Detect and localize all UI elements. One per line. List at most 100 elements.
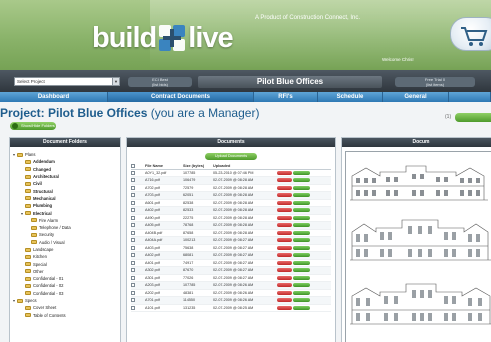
download-button[interactable] — [293, 185, 310, 190]
folder-item[interactable]: Civil — [13, 180, 117, 187]
delete-button[interactable] — [277, 178, 292, 183]
table-row[interactable]: A202.pdf 48381 02-07-2009 @ 08:26 AM — [131, 289, 331, 297]
buildlive-logo[interactable]: build live — [92, 18, 234, 58]
folder-item[interactable]: Mechanical — [13, 195, 117, 202]
download-button[interactable] — [293, 253, 310, 258]
file-name-cell[interactable]: A601.pdf — [145, 199, 183, 207]
delete-button[interactable] — [277, 185, 292, 190]
delete-button[interactable] — [277, 238, 292, 243]
delete-button[interactable] — [277, 223, 292, 228]
folder-item[interactable]: ▾ Specs — [13, 297, 117, 304]
file-name-cell[interactable]: A301.pdf — [145, 274, 183, 282]
folder-item[interactable]: Security — [13, 231, 117, 238]
folder-item[interactable]: ▾ Electrical — [13, 209, 117, 216]
file-name-cell[interactable]: A403.pdf — [145, 244, 183, 252]
delete-button[interactable] — [277, 215, 292, 220]
row-checkbox[interactable] — [131, 268, 135, 273]
folder-item[interactable]: Changed — [13, 166, 117, 173]
row-checkbox[interactable] — [131, 298, 135, 303]
table-row[interactable]: A702.pdf 72579 02-07-2009 @ 08:28 AM — [131, 184, 331, 192]
tab-rfis[interactable]: RFI's — [254, 92, 318, 102]
delete-button[interactable] — [277, 245, 292, 250]
table-row[interactable]: A403.pdf 75638 02-07-2009 @ 08:27 AM — [131, 244, 331, 252]
download-button[interactable] — [293, 283, 310, 288]
file-name-cell[interactable]: A404A.pdf — [145, 236, 183, 245]
download-button[interactable] — [293, 170, 310, 175]
free-trial-stat[interactable]: Free Trial 0 (list items) — [395, 77, 475, 87]
row-checkbox[interactable] — [131, 193, 135, 198]
drawing-preview[interactable] — [345, 151, 491, 342]
folder-item[interactable]: Landscape — [13, 246, 117, 253]
upload-documents-button[interactable]: Upload Documents — [205, 153, 257, 160]
file-name-cell[interactable]: A402.pdf — [145, 251, 183, 260]
folder-item[interactable]: Table of Contents — [13, 312, 117, 319]
table-row[interactable]: A490.pdf 22275 02-07-2009 @ 08:28 AM — [131, 214, 331, 222]
table-row[interactable]: A101.pdf 131235 02-07-2009 @ 08:25 AM — [131, 304, 331, 312]
table-row[interactable]: A401.pdf 74917 02-07-2009 @ 08:27 AM — [131, 259, 331, 267]
download-button[interactable] — [293, 275, 310, 280]
table-row[interactable]: A402.pdf 82533 02-07-2009 @ 08:28 AM — [131, 206, 331, 215]
table-row[interactable]: A405.pdf 78768 02-07-2009 @ 08:28 AM — [131, 221, 331, 230]
download-button[interactable] — [293, 290, 310, 295]
delete-button[interactable] — [277, 275, 292, 280]
row-checkbox[interactable] — [131, 238, 135, 243]
download-button[interactable] — [293, 230, 310, 235]
folder-item[interactable]: Special — [13, 260, 117, 267]
folder-item[interactable]: Telephone / Data — [13, 224, 117, 231]
cart-icon[interactable] — [450, 17, 491, 51]
folder-item[interactable]: Addendum — [13, 158, 117, 165]
file-name-cell[interactable]: A405.pdf — [145, 221, 183, 230]
tab-schedule[interactable]: Schedule — [318, 92, 383, 102]
table-row[interactable]: A716.pdf 106479 02-07-2009 @ 08:28 AM — [131, 176, 331, 185]
delete-button[interactable] — [277, 170, 292, 175]
folder-item[interactable]: Cover Sheet — [13, 304, 117, 311]
delete-button[interactable] — [277, 208, 292, 213]
row-checkbox[interactable] — [131, 208, 135, 213]
row-checkbox[interactable] — [131, 223, 135, 228]
tab-general[interactable]: General — [383, 92, 449, 102]
download-button[interactable] — [293, 215, 310, 220]
file-name-cell[interactable]: A404B.pdf — [145, 229, 183, 237]
delete-button[interactable] — [277, 200, 292, 205]
delete-button[interactable] — [277, 305, 292, 310]
table-row[interactable]: A203.pdf 107785 02-07-2009 @ 08:26 AM — [131, 281, 331, 290]
table-row[interactable]: A601.pdf 82538 02-07-2009 @ 08:28 AM — [131, 199, 331, 207]
row-checkbox[interactable] — [131, 305, 135, 310]
download-button[interactable] — [293, 223, 310, 228]
download-button[interactable] — [293, 200, 310, 205]
row-checkbox[interactable] — [131, 260, 135, 265]
select-all-checkbox[interactable] — [131, 163, 135, 168]
delete-button[interactable] — [277, 230, 292, 235]
delete-button[interactable] — [277, 260, 292, 265]
file-name-cell[interactable]: A401.pdf — [145, 259, 183, 267]
row-checkbox[interactable] — [131, 275, 135, 280]
file-name-cell[interactable]: A302.pdf — [145, 266, 183, 275]
row-checkbox[interactable] — [131, 290, 135, 295]
folder-item[interactable]: Kitchen — [13, 253, 117, 260]
download-button[interactable] — [293, 193, 310, 198]
row-checkbox[interactable] — [131, 253, 135, 258]
delete-button[interactable] — [277, 283, 292, 288]
folder-item[interactable]: Architectural — [13, 173, 117, 180]
download-button[interactable] — [293, 260, 310, 265]
folder-item[interactable]: Audio / Visual — [13, 239, 117, 246]
file-name-cell[interactable]: A402.pdf — [145, 206, 183, 215]
file-name-cell[interactable]: A0Y1_32.pdf — [145, 169, 183, 177]
file-name-cell[interactable]: A101.pdf — [145, 304, 183, 312]
download-button[interactable] — [293, 178, 310, 183]
table-row[interactable]: A701.pdf 114550 02-07-2009 @ 08:26 AM — [131, 296, 331, 305]
file-name-cell[interactable]: A202.pdf — [145, 289, 183, 297]
row-checkbox[interactable] — [131, 170, 135, 175]
project-select[interactable]: Select Project ▼ — [14, 77, 120, 86]
row-checkbox[interactable] — [131, 283, 135, 288]
tab-contract-documents[interactable]: Contract Documents — [108, 92, 254, 102]
row-checkbox[interactable] — [131, 200, 135, 205]
file-name-cell[interactable]: A702.pdf — [145, 184, 183, 192]
counter-button[interactable] — [455, 113, 491, 122]
folder-item[interactable]: Confidential - 01 — [13, 275, 117, 282]
folder-item[interactable]: Structural — [13, 187, 117, 194]
table-row[interactable]: A302.pdf 87670 02-07-2009 @ 08:27 AM — [131, 266, 331, 275]
table-row[interactable]: A404B.pdf 87658 02-07-2009 @ 08:28 AM — [131, 229, 331, 237]
row-checkbox[interactable] — [131, 230, 135, 235]
bids-stat[interactable]: ECI Best (list bids) — [128, 77, 192, 87]
